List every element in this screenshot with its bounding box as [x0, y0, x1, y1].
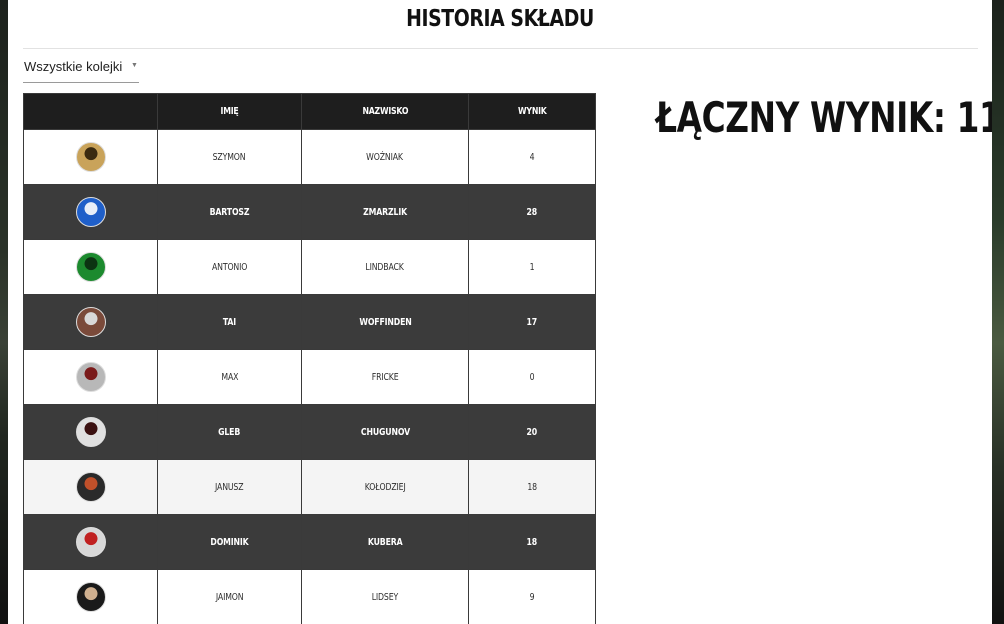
table-row: MAX FRICKE 0 — [23, 349, 596, 405]
player-avatar-cell — [23, 459, 158, 515]
player-score: 1 — [468, 239, 596, 295]
player-last-name: LINDBACK — [301, 239, 469, 295]
player-first-name: DOMINIK — [157, 514, 302, 570]
player-avatar-cell — [23, 404, 158, 460]
page-title: HISTORIA SKŁADU — [406, 6, 594, 32]
chevron-down-icon: ▼ — [131, 62, 138, 69]
table-row: JANUSZ KOŁODZIEJ 18 — [23, 459, 596, 515]
avatar — [75, 472, 106, 502]
total-score: ŁĄCZNY WYNIK: 115 — [656, 93, 992, 142]
table-row: GLEB CHUGUNOV 20 — [23, 404, 596, 460]
player-first-name: SZYMON — [157, 129, 302, 185]
table-header-row: IMIĘ NAZWISKO WYNIK — [23, 93, 596, 130]
player-score: 0 — [468, 349, 596, 405]
player-avatar-cell — [23, 569, 158, 624]
title-divider — [23, 48, 978, 49]
header-score: WYNIK — [468, 93, 596, 130]
player-score: 20 — [468, 404, 596, 460]
player-avatar-cell — [23, 184, 158, 240]
player-score: 18 — [468, 514, 596, 570]
player-avatar-cell — [23, 294, 158, 350]
player-first-name: ANTONIO — [157, 239, 302, 295]
player-avatar-cell — [23, 239, 158, 295]
player-last-name: ZMARZLIK — [301, 184, 469, 240]
avatar — [75, 307, 106, 337]
header-last-name: NAZWISKO — [301, 93, 469, 130]
player-first-name: BARTOSZ — [157, 184, 302, 240]
player-score: 9 — [468, 569, 596, 624]
player-first-name: GLEB — [157, 404, 302, 460]
table-row: TAI WOFFINDEN 17 — [23, 294, 596, 350]
round-filter-select[interactable]: Wszystkie kolejki ▼ — [23, 56, 139, 83]
player-last-name: KOŁODZIEJ — [301, 459, 469, 515]
player-last-name: LIDSEY — [301, 569, 469, 624]
table-row: BARTOSZ ZMARZLIK 28 — [23, 184, 596, 240]
avatar — [75, 362, 106, 392]
player-last-name: WOŹNIAK — [301, 129, 469, 185]
table-row: SZYMON WOŹNIAK 4 — [23, 129, 596, 185]
player-last-name: KUBERA — [301, 514, 469, 570]
player-score: 4 — [468, 129, 596, 185]
player-avatar-cell — [23, 349, 158, 405]
player-last-name: CHUGUNOV — [301, 404, 469, 460]
player-first-name: JAIMON — [157, 569, 302, 624]
player-score: 18 — [468, 459, 596, 515]
background-left — [0, 0, 8, 624]
avatar — [75, 197, 106, 227]
player-first-name: MAX — [157, 349, 302, 405]
player-score: 17 — [468, 294, 596, 350]
avatar — [75, 527, 106, 557]
header-avatar — [23, 93, 158, 130]
player-first-name: TAI — [157, 294, 302, 350]
player-last-name: FRICKE — [301, 349, 469, 405]
avatar — [75, 417, 106, 447]
avatar — [75, 252, 106, 282]
background-right — [992, 0, 1004, 624]
player-first-name: JANUSZ — [157, 459, 302, 515]
lineup-table: IMIĘ NAZWISKO WYNIK SZYMON WOŹNIAK 4 BARTOS… — [23, 93, 596, 624]
table-row: DOMINIK KUBERA 18 — [23, 514, 596, 570]
table-row: ANTONIO LINDBACK 1 — [23, 239, 596, 295]
avatar — [75, 142, 106, 172]
avatar — [75, 582, 106, 612]
player-last-name: WOFFINDEN — [301, 294, 469, 350]
header-first-name: IMIĘ — [157, 93, 302, 130]
player-avatar-cell — [23, 514, 158, 570]
table-row: JAIMON LIDSEY 9 — [23, 569, 596, 624]
player-score: 28 — [468, 184, 596, 240]
lineup-history-panel: HISTORIA SKŁADU Wszystkie kolejki ▼ IMIĘ… — [8, 0, 992, 624]
player-avatar-cell — [23, 129, 158, 185]
round-filter-value: Wszystkie kolejki — [24, 59, 123, 74]
